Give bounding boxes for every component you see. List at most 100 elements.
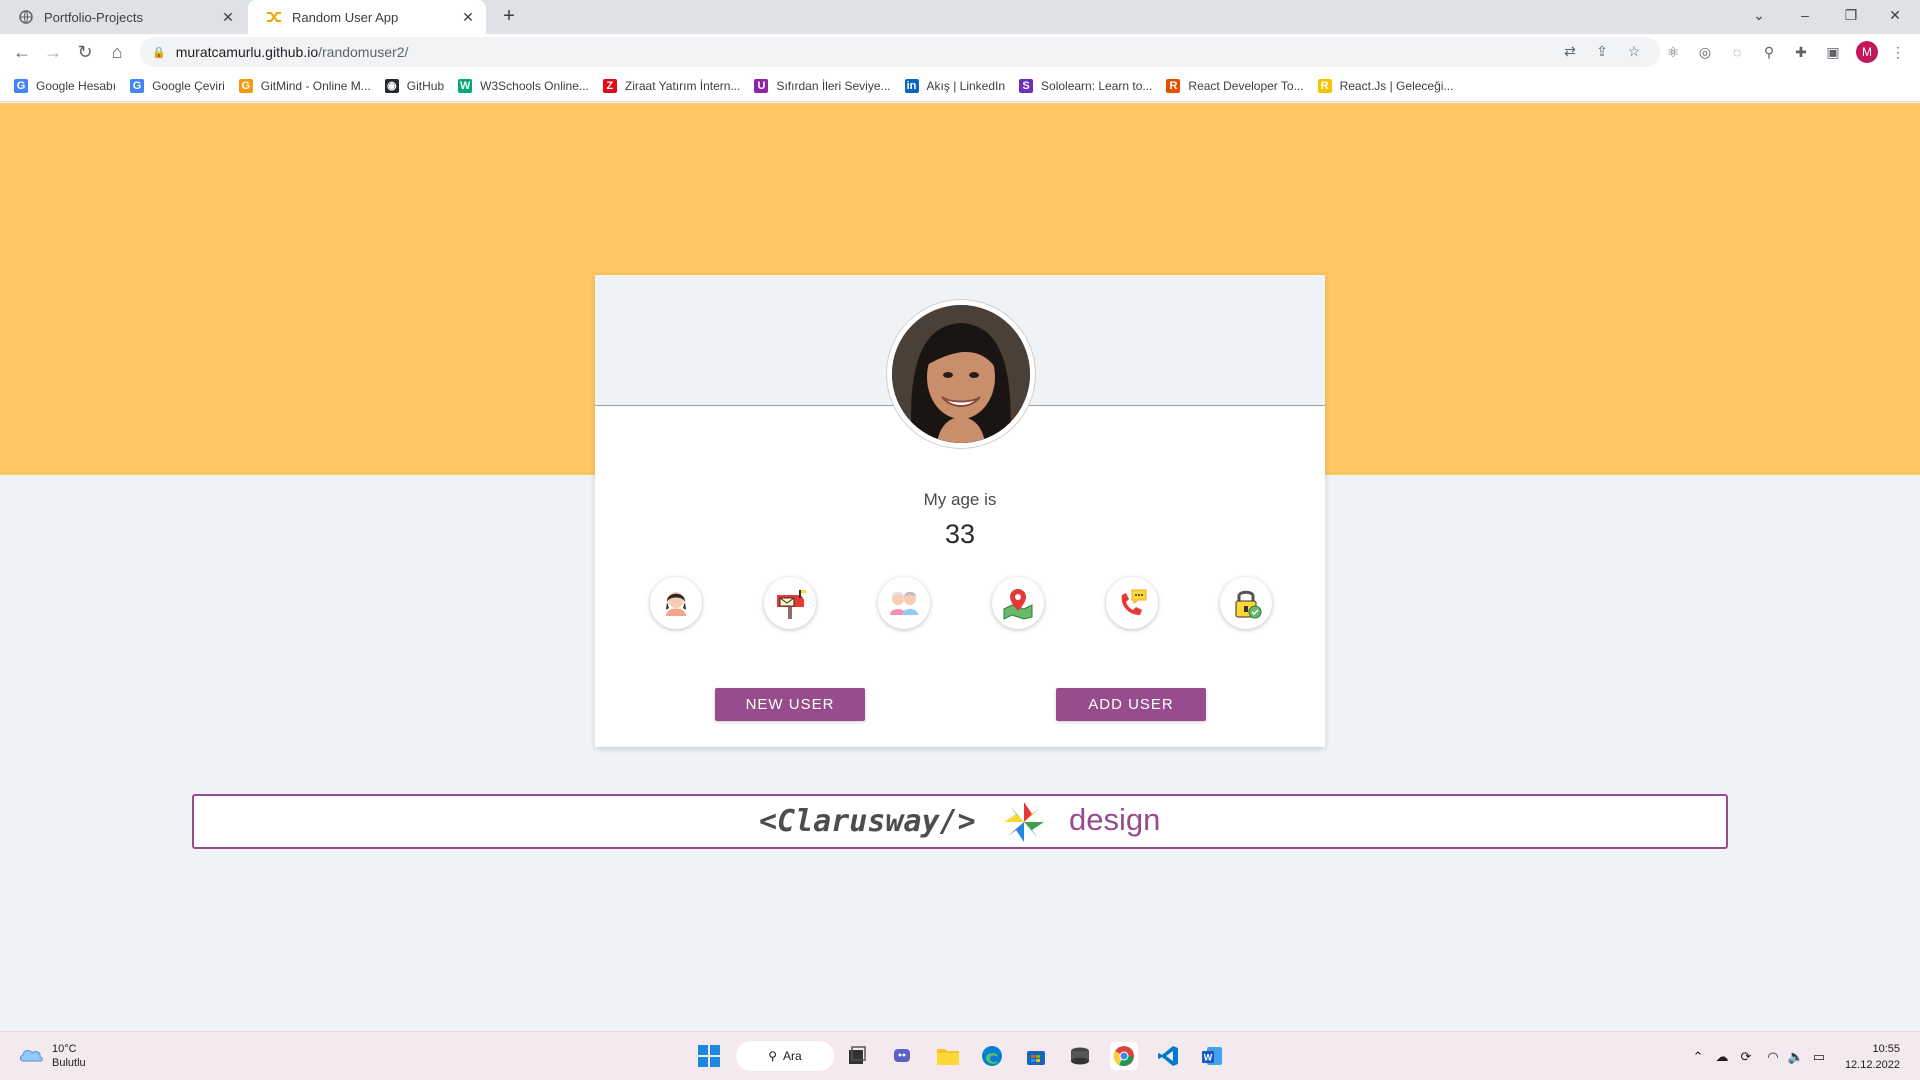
bookmark-favicon-icon: G [130,78,145,93]
restore-button[interactable]: ❐ [1828,0,1874,30]
reload-icon[interactable]: ↻ [73,40,97,64]
bookmark-item[interactable]: S Sololearn: Learn to... [1019,78,1153,93]
sync-icon[interactable]: ⟳ [1737,1048,1755,1066]
url-host: muratcamurlu.github.io [175,44,319,60]
weather-temp: 10°C [52,1043,77,1055]
bookmark-item[interactable]: G Google Hesabı [14,78,116,93]
bookmark-label: GitMind - Online M... [260,78,371,93]
bookmark-label: React Developer To... [1188,78,1304,93]
search-icon: ⚲ [768,1049,778,1063]
translate-icon[interactable]: ⇄ [1561,42,1579,60]
extension-icon[interactable]: ⚲ [1759,42,1779,62]
back-icon[interactable]: ← [10,40,34,64]
bookmark-item[interactable]: Z Ziraat Yatırım İntern... [602,78,740,93]
chrome-taskbar-icon[interactable] [1110,1042,1138,1070]
react-devtools-icon[interactable]: ⚛ [1663,42,1683,62]
home-icon[interactable]: ⌂ [105,40,129,64]
bookmark-item[interactable]: W W3Schools Online... [458,78,589,93]
close-tab-icon[interactable]: ✕ [460,9,476,25]
edge-browser-icon[interactable] [978,1042,1006,1070]
task-view-icon[interactable] [843,1042,871,1070]
windows-start-icon[interactable] [695,1042,723,1070]
microsoft-store-icon[interactable] [1022,1042,1050,1070]
new-user-button[interactable]: NEW USER [715,688,865,721]
user-icon[interactable] [650,577,702,629]
minimize-button[interactable]: – [1782,0,1828,30]
mailbox-icon[interactable] [764,577,816,629]
tab-search-icon[interactable]: ⌄ [1736,0,1782,30]
bookmark-favicon-icon: Z [602,78,617,93]
bookmark-item[interactable]: G Google Çeviri [130,78,225,93]
new-tab-button[interactable]: + [498,6,520,28]
forward-icon[interactable]: → [41,40,65,64]
bookmark-item[interactable]: U Sıfırdan İleri Seviye... [754,78,891,93]
bookmark-label: Sololearn: Learn to... [1041,78,1153,93]
menu-icon[interactable]: ⋮ [1888,42,1908,62]
grandparents-icon[interactable] [878,577,930,629]
padlock-icon[interactable] [1220,577,1272,629]
svg-text:W: W [1204,1053,1213,1063]
clarusway-logo-icon [1002,800,1046,844]
bookmark-favicon-icon: G [14,78,28,93]
taskbar: 10°C Bulutlu ⚲ Ara W ⌃ ☁ ⟳ ◠ 🔈 ▭ 10:55 1… [0,1031,1920,1080]
bookmark-star-icon[interactable]: ☆ [1625,42,1643,60]
lock-icon: 🔒 [152,46,166,59]
puzzle-icon[interactable]: ✚ [1791,42,1811,62]
taskbar-search[interactable]: ⚲ Ara [736,1041,834,1071]
vscode-icon[interactable] [1154,1042,1182,1070]
system-clock[interactable]: 10:55 12.12.2022 [1845,1041,1900,1073]
bookmark-label: Akış | LinkedIn [926,78,1006,93]
word-icon[interactable]: W [1198,1042,1226,1070]
bookmark-item[interactable]: G GitMind - Online M... [238,78,371,93]
side-panel-icon[interactable]: ▣ [1823,42,1843,62]
tab-random-user-app[interactable]: Random User App ✕ [248,0,486,34]
search-label: Ara [783,1049,802,1063]
clock-time: 10:55 [1872,1043,1900,1055]
extension-icon[interactable]: ◌ [1727,42,1747,62]
brand-design-text: design [1069,802,1161,837]
bookmark-item[interactable]: R React.Js | Geleceği... [1317,78,1453,93]
bookmark-favicon-icon: in [904,78,919,93]
bookmark-favicon-icon: R [1166,78,1181,93]
database-app-icon[interactable] [1066,1042,1094,1070]
cloud-icon [18,1045,44,1068]
chevron-up-icon[interactable]: ⌃ [1689,1048,1707,1066]
bookmarks-bar: G Google Hesabı G Google Çeviri G GitMind - O… [0,70,1920,102]
volume-icon[interactable]: 🔈 [1787,1048,1805,1066]
bookmark-favicon-icon: ◉ [384,78,399,93]
bookmark-favicon-icon: S [1019,78,1034,93]
teams-chat-icon[interactable] [889,1042,917,1070]
bookmark-item[interactable]: R React Developer To... [1166,78,1304,93]
user-card: My age is 33 NEW USER ADD USER [595,275,1325,747]
weather-widget[interactable]: 10°C Bulutlu [18,1042,86,1070]
tab-portfolio-projects[interactable]: Portfolio-Projects ✕ [0,0,246,34]
bookmark-label: Google Çeviri [152,78,225,93]
info-icons-row [650,577,1272,633]
bookmark-favicon-icon: R [1317,78,1332,93]
onedrive-icon[interactable]: ☁ [1713,1048,1731,1066]
close-tab-icon[interactable]: ✕ [220,9,236,25]
bookmark-label: GitHub [406,78,445,93]
address-bar[interactable]: 🔒 muratcamurlu.github.io/randomuser2/ [140,37,1660,67]
profile-avatar[interactable]: M [1856,41,1878,63]
page-content: My age is 33 NEW USER ADD USER <Claruswa… [0,103,1920,1031]
tab-strip: Portfolio-Projects ✕ Random User App ✕ +… [0,0,1920,34]
url-path: /randomuser2/ [318,44,409,60]
bookmark-label: W3Schools Online... [480,78,589,93]
share-icon[interactable]: ⇪ [1593,42,1611,60]
battery-icon[interactable]: ▭ [1810,1048,1828,1066]
add-user-button[interactable]: ADD USER [1056,688,1206,721]
map-location-icon[interactable] [992,577,1044,629]
phone-icon[interactable] [1106,577,1158,629]
wifi-icon[interactable]: ◠ [1764,1048,1782,1066]
age-value: 33 [944,519,976,549]
browser-toolbar: ← → ↻ ⌂ 🔒 muratcamurlu.github.io/randomu… [0,34,1920,70]
bookmark-item[interactable]: ◉ GitHub [384,78,445,93]
shuffle-icon [266,9,282,25]
extension-icon[interactable]: ◎ [1695,42,1715,62]
bookmark-favicon-icon: U [754,78,769,93]
footer-banner: <Clarusway/> design [192,794,1728,849]
file-explorer-icon[interactable] [934,1042,962,1070]
close-window-button[interactable]: ✕ [1872,0,1918,30]
bookmark-item[interactable]: in Akış | LinkedIn [904,78,1006,93]
